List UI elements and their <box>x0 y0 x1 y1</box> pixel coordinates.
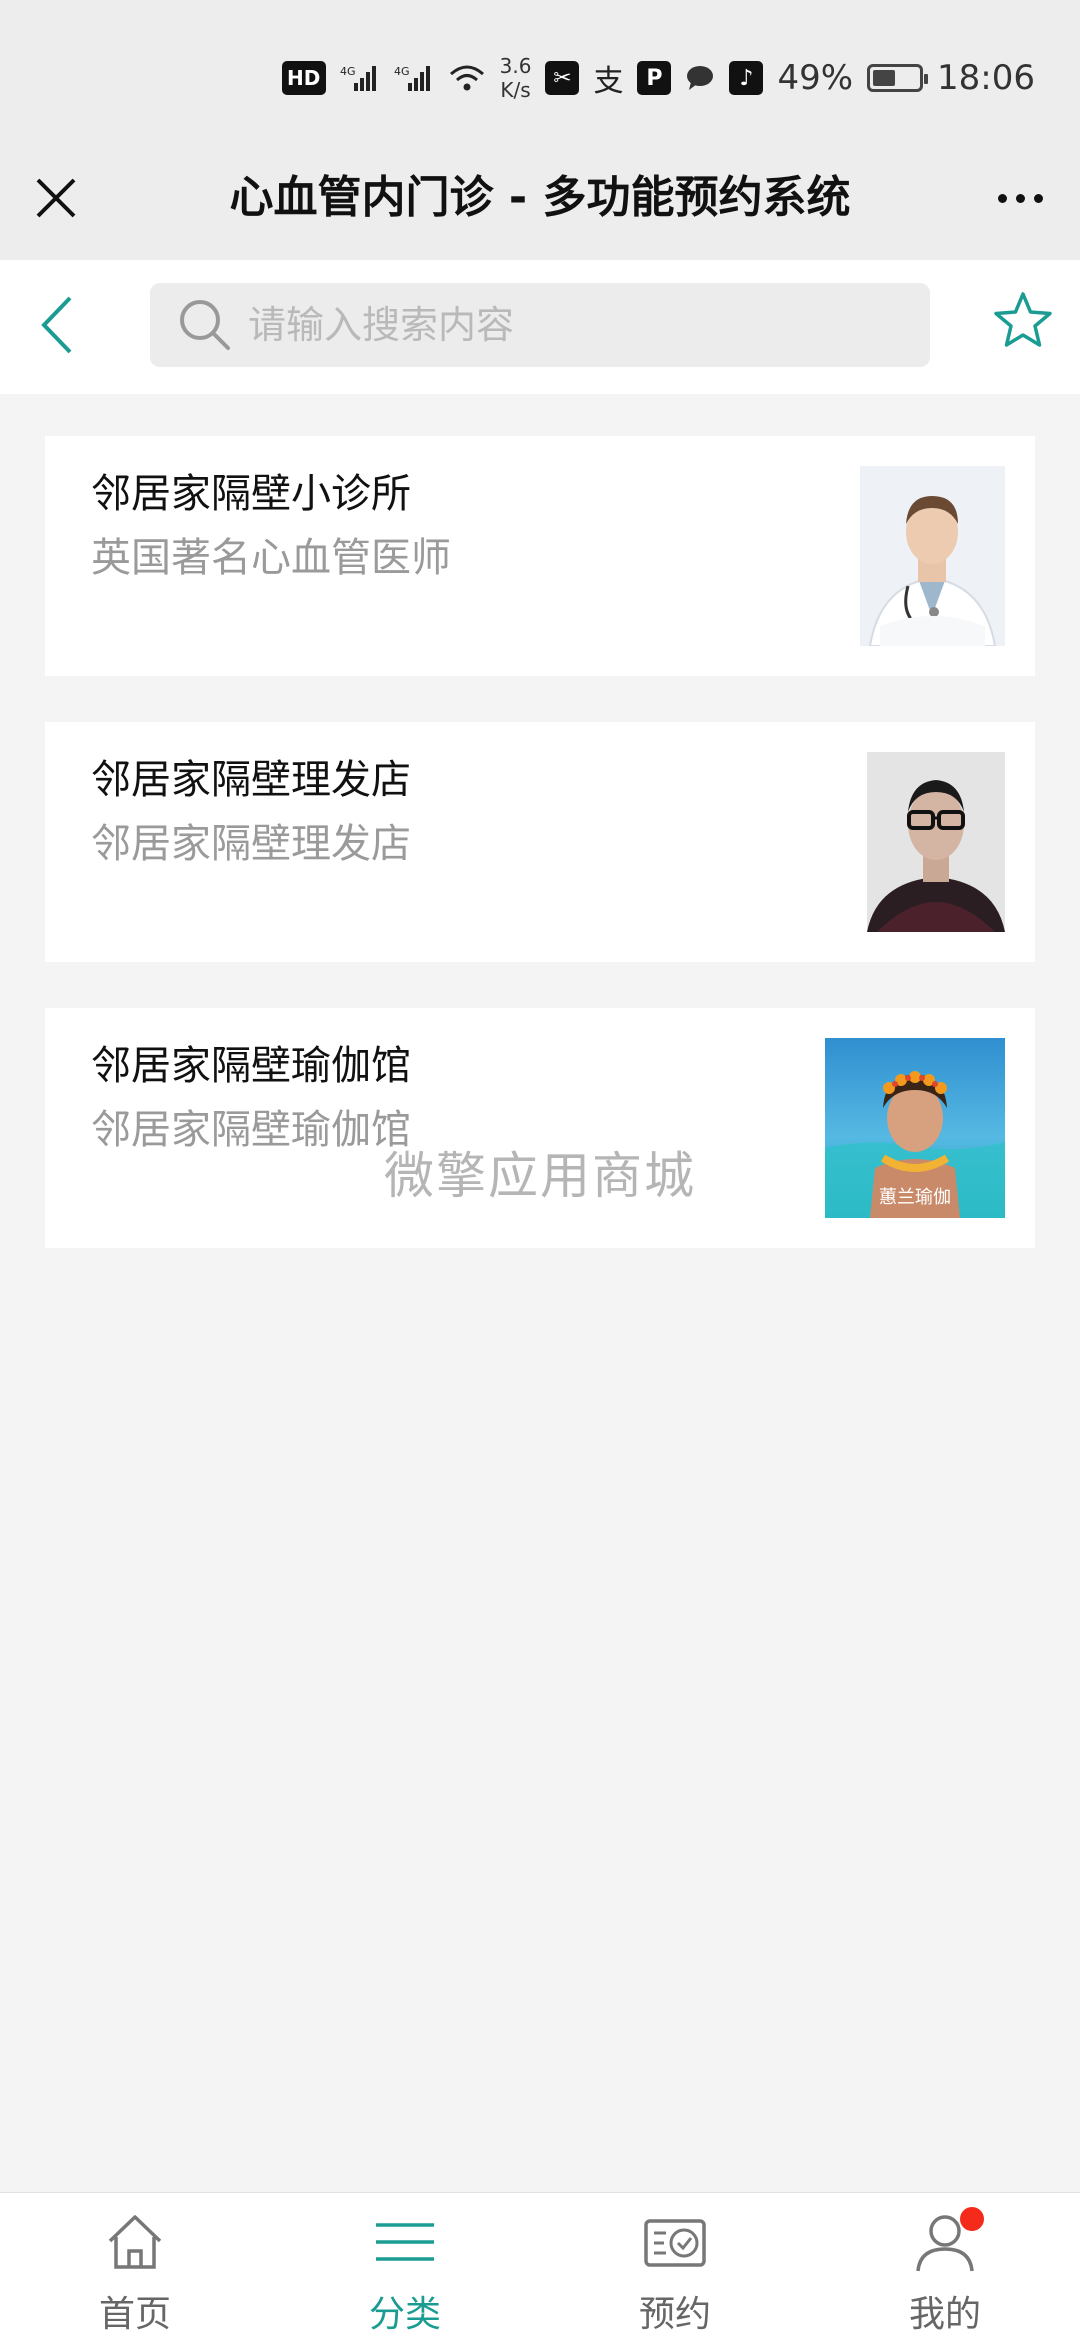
svg-text:4G: 4G <box>340 65 356 78</box>
item-subtitle: 邻居家隔壁瑜伽馆 <box>91 1107 411 1153</box>
barber-photo <box>867 752 1005 932</box>
tab-booking[interactable]: 预约 <box>540 2193 810 2340</box>
item-title: 邻居家隔壁小诊所 <box>91 471 411 517</box>
chevron-left-icon <box>41 296 72 354</box>
favorite-button[interactable] <box>990 288 1056 354</box>
network-speed: 3.6 K/s <box>500 54 532 102</box>
list-item[interactable]: 邻居家隔壁小诊所 英国著名心血管医师 <box>45 436 1035 676</box>
status-icons: HD 4G 4G 3.6 K/s ✂ 支 P ♪ 49% 18:06 <box>281 50 1035 106</box>
yoga-photo: 蕙兰瑜伽 <box>825 1038 1005 1218</box>
page-title: 心血管内门诊 - 多功能预约系统 <box>229 172 851 223</box>
item-list: 邻居家隔壁小诊所 英国著名心血管医师 邻居家隔壁理发店 邻居家隔壁理发店 邻居家… <box>45 436 1035 1294</box>
bottom-tab-bar: 首页 分类 预约 我的 <box>0 2192 1080 2340</box>
search-header <box>0 260 1080 394</box>
search-icon <box>180 300 230 350</box>
speed-unit: K/s <box>500 78 531 102</box>
item-title: 邻居家隔壁瑜伽馆 <box>91 1043 411 1089</box>
star-icon <box>994 292 1052 347</box>
pinduoduo-icon: P <box>637 61 672 95</box>
back-button[interactable] <box>30 290 90 360</box>
battery-percent: 49% <box>777 58 854 98</box>
list-item[interactable]: 邻居家隔壁理发店 邻居家隔壁理发店 <box>45 722 1035 962</box>
capcut-icon: ✂ <box>545 61 580 95</box>
douyin-icon: ♪ <box>729 61 764 95</box>
notification-badge <box>960 2207 984 2231</box>
search-box[interactable] <box>150 283 930 367</box>
svg-text:4G: 4G <box>394 65 410 78</box>
speed-value: 3.6 <box>499 54 532 78</box>
signal-4g-icon-1: 4G <box>340 61 380 95</box>
clock: 18:06 <box>937 58 1035 98</box>
more-dot <box>997 193 1007 203</box>
booking-icon <box>644 2219 706 2267</box>
tab-label: 首页 <box>98 2294 171 2335</box>
list-item[interactable]: 邻居家隔壁瑜伽馆 邻居家隔壁瑜伽馆 蕙兰瑜伽 <box>45 1008 1035 1248</box>
signal-4g-icon-2: 4G <box>394 61 434 95</box>
tab-label: 分类 <box>368 2294 441 2335</box>
close-icon <box>36 178 76 218</box>
close-button[interactable] <box>26 168 86 228</box>
tab-label: 我的 <box>908 2294 981 2335</box>
yoga-logo-caption: 蕙兰瑜伽 <box>879 1187 951 1208</box>
title-bar: 心血管内门诊 - 多功能预约系统 <box>0 150 1080 260</box>
menu-lines-icon <box>376 2223 434 2261</box>
item-subtitle: 邻居家隔壁理发店 <box>91 821 411 867</box>
home-icon <box>108 2215 162 2269</box>
hd-icon: HD <box>281 61 326 95</box>
more-options-button[interactable] <box>988 168 1052 228</box>
item-subtitle: 英国著名心血管医师 <box>91 535 451 581</box>
search-input[interactable] <box>246 302 896 348</box>
wifi-icon <box>448 61 486 95</box>
status-bar: HD 4G 4G 3.6 K/s ✂ 支 P ♪ 49% 18:06 <box>0 0 1080 150</box>
tab-mine[interactable]: 我的 <box>810 2193 1080 2340</box>
battery-icon <box>867 64 929 92</box>
more-dot <box>1033 193 1043 203</box>
doctor-photo <box>860 466 1005 646</box>
alipay-icon: 支 <box>593 64 624 99</box>
tab-home[interactable]: 首页 <box>0 2193 270 2340</box>
tab-category[interactable]: 分类 <box>270 2193 540 2340</box>
battery-fill <box>873 70 896 86</box>
chat-bubble-icon <box>685 61 715 95</box>
tab-label: 预约 <box>638 2294 711 2335</box>
item-title: 邻居家隔壁理发店 <box>91 757 411 803</box>
more-dot <box>1015 193 1025 203</box>
